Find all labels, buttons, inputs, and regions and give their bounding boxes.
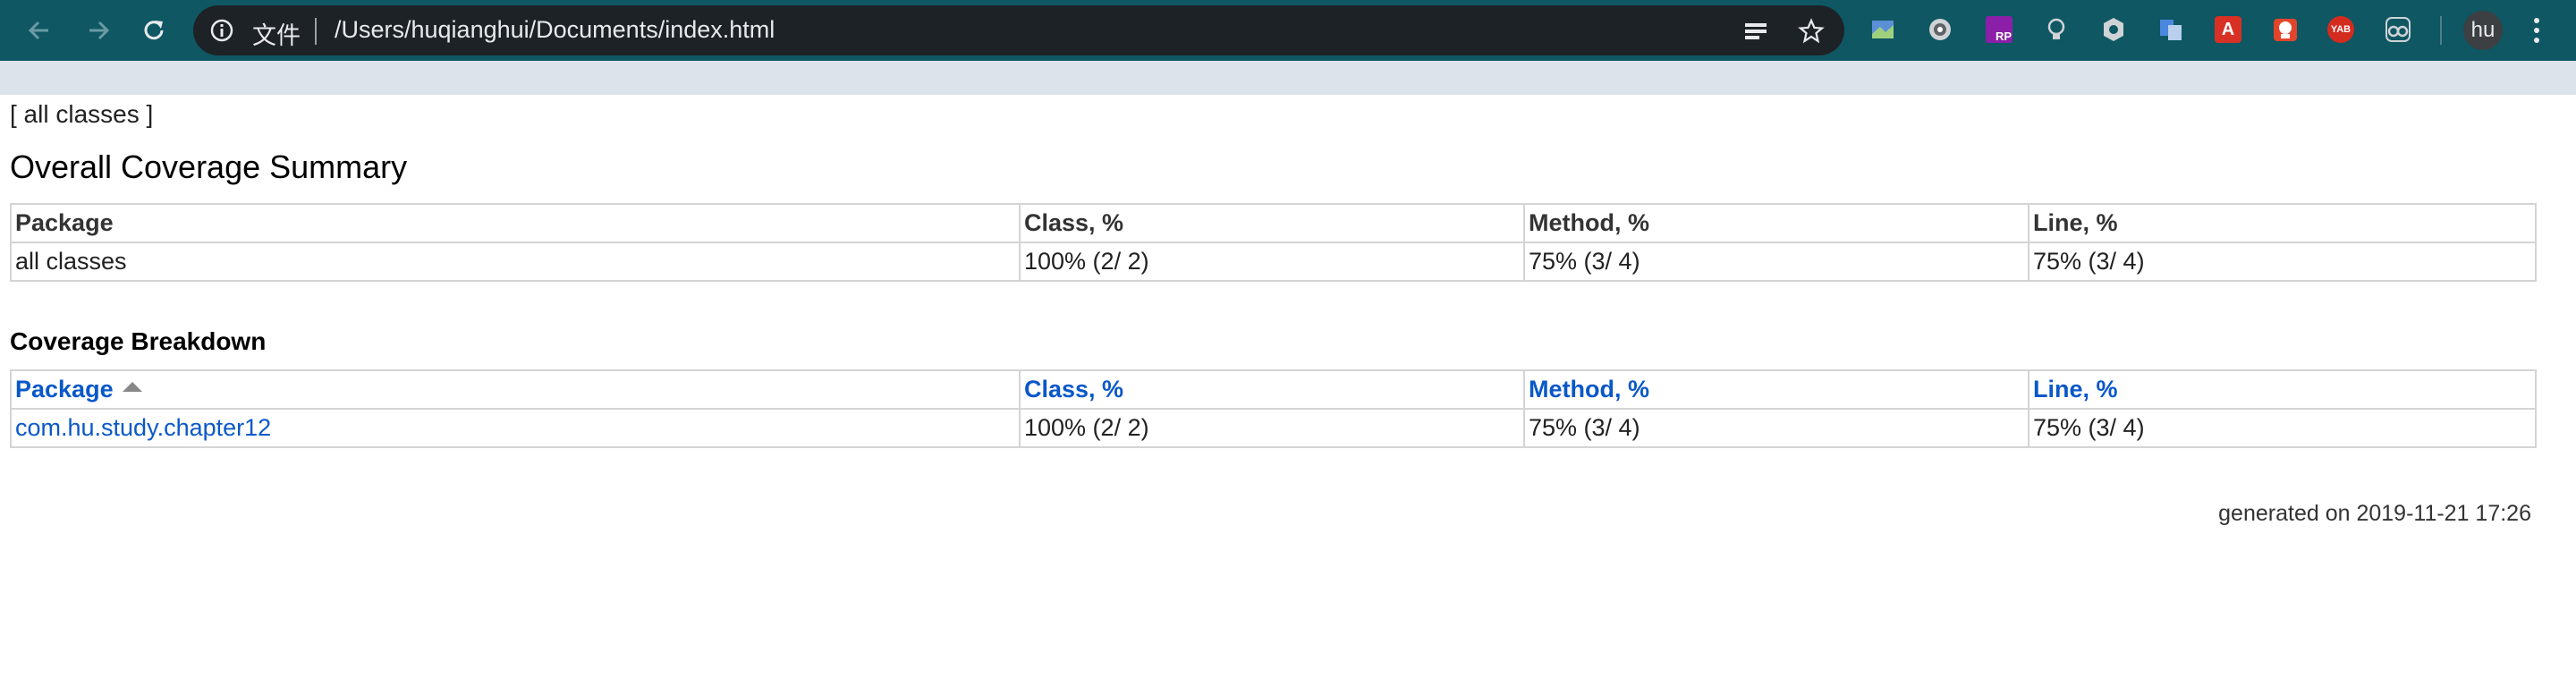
header-method: Method, % <box>1523 203 2029 243</box>
cell-class: 100% (2/ 2) <box>1019 242 1525 282</box>
bookmarks-bar <box>0 61 2576 95</box>
gear-extension-icon[interactable] <box>2100 16 2127 43</box>
sort-ascending-icon <box>122 382 142 392</box>
page-title: Overall Coverage Summary <box>10 148 408 185</box>
a-extension-icon[interactable]: A <box>2215 16 2241 43</box>
breadcrumb: [ all classes ] <box>10 100 154 128</box>
circle-extension-icon[interactable] <box>1927 16 1953 43</box>
yab-extension-icon[interactable]: YAB <box>2327 16 2354 43</box>
glasses-extension-icon[interactable] <box>2385 16 2411 43</box>
header-class: Class, % <box>1019 203 1525 243</box>
reload-button[interactable] <box>136 13 172 48</box>
cell-line: 75% (3/ 4) <box>2028 408 2537 448</box>
rp-label: RP <box>1995 30 2012 43</box>
sort-header-package[interactable]: Package <box>10 369 1021 410</box>
sort-header-class[interactable]: Class, % <box>1019 369 1525 410</box>
cell-line: 75% (3/ 4) <box>2028 242 2537 282</box>
package-link[interactable]: com.hu.study.chapter12 <box>15 414 271 441</box>
back-button[interactable] <box>21 13 57 48</box>
reload-icon <box>144 21 164 40</box>
header-package: Package <box>10 203 1021 243</box>
table-row: com.hu.study.chapter12 100% (2/ 2) 75% (… <box>10 408 2537 448</box>
forward-button[interactable] <box>80 13 116 48</box>
bulb-extension-icon[interactable] <box>2043 16 2070 43</box>
menu-dots-icon[interactable] <box>2529 16 2544 45</box>
map-extension-icon[interactable] <box>1869 16 1896 43</box>
cell-package: all classes <box>10 242 1021 282</box>
robot-extension-icon[interactable] <box>2272 16 2299 43</box>
url-separator <box>315 18 317 45</box>
url-scheme: 文件 <box>252 22 301 49</box>
coverage-breakdown-table: Package Class, % Method, % Line, % com.h… <box>10 369 2537 448</box>
table-header-row: Package Class, % Method, % Line, % <box>10 369 2537 410</box>
reader-mode-icon[interactable] <box>1742 18 1769 45</box>
back-arrow-icon <box>28 21 48 40</box>
table-row: all classes 100% (2/ 2) 75% (3/ 4) 75% (… <box>10 242 2537 282</box>
cell-method: 75% (3/ 4) <box>1523 242 2029 282</box>
bookmark-star-icon[interactable] <box>1798 18 1825 45</box>
cell-method: 75% (3/ 4) <box>1523 408 2029 448</box>
rp-extension-icon[interactable]: RP <box>1986 16 2012 43</box>
generated-timestamp: generated on 2019-11-21 17:26 <box>2218 501 2531 526</box>
sort-header-method[interactable]: Method, % <box>1523 369 2029 410</box>
toolbar-divider <box>2440 16 2442 45</box>
translate-extension-icon[interactable] <box>2157 16 2184 43</box>
address-bar[interactable]: 文件 /Users/huqianghui/Documents/index.htm… <box>193 5 1844 55</box>
browser-toolbar: 文件 /Users/huqianghui/Documents/index.htm… <box>0 0 2576 61</box>
overall-summary-table: Package Class, % Method, % Line, % all c… <box>10 203 2537 282</box>
section-title: Coverage Breakdown <box>10 327 267 355</box>
a-label: A <box>2221 19 2235 39</box>
cell-class: 100% (2/ 2) <box>1019 408 1525 448</box>
forward-arrow-icon <box>89 21 110 40</box>
table-header-row: Package Class, % Method, % Line, % <box>10 203 2537 243</box>
profile-avatar[interactable]: hu <box>2463 11 2503 50</box>
yab-label: YAB <box>2330 24 2351 35</box>
info-icon[interactable] <box>209 18 234 43</box>
cell-package: com.hu.study.chapter12 <box>10 408 1021 448</box>
header-package-label[interactable]: Package <box>15 376 114 403</box>
sort-header-line[interactable]: Line, % <box>2028 369 2537 410</box>
header-line: Line, % <box>2028 203 2537 243</box>
url-text[interactable]: /Users/huqianghui/Documents/index.html <box>335 16 775 44</box>
